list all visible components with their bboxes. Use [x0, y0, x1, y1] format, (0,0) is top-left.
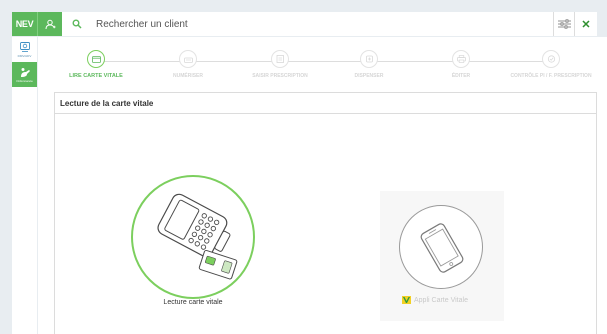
card-reader-option[interactable] [131, 175, 255, 299]
step-numeriser[interactable]: Numériser [138, 50, 238, 80]
scanner-icon [183, 57, 193, 63]
check-icon [547, 55, 555, 63]
step-circle [452, 50, 470, 68]
search-bar [62, 12, 553, 36]
top-bar: NEV ✕ [12, 12, 597, 36]
print-icon [456, 55, 466, 63]
prescription-icon [20, 67, 30, 77]
search-input[interactable] [96, 18, 476, 30]
sliders-icon [557, 19, 571, 29]
app-carte-vitale-option[interactable] [399, 205, 483, 289]
step-label: Contrôle PI / F. prescription [510, 73, 592, 79]
close-button[interactable]: ✕ [575, 12, 597, 36]
sidebar: DMV/ADV Ordonnance [12, 37, 37, 334]
edit-icon [276, 55, 284, 63]
step-label: Lire carte vitale [69, 73, 123, 79]
step-editer[interactable]: Éditer [411, 50, 511, 80]
smartphone-icon [420, 223, 464, 273]
app-logo[interactable]: NEV [12, 12, 37, 36]
sidebar-item-dmv[interactable]: DMV/ADV [12, 37, 37, 62]
app-option-label-text: Appli Carte Vitale [414, 296, 468, 304]
step-label: Saisir prescription [252, 73, 308, 79]
step-controle[interactable]: Contrôle PI / F. prescription [501, 50, 601, 80]
main-panel: Lire carte vitale Numériser Saisir presc… [38, 37, 607, 334]
pill-icon [365, 55, 373, 63]
close-icon: ✕ [581, 18, 591, 31]
step-lire-carte-vitale[interactable]: Lire carte vitale [46, 50, 146, 80]
step-circle [87, 50, 105, 68]
step-label: Dispenser [354, 73, 384, 79]
user-icon [45, 19, 55, 29]
panel-title: Lecture de la carte vitale [55, 93, 596, 114]
step-circle [542, 50, 560, 68]
client-button[interactable] [37, 12, 62, 36]
card-reader-icon [19, 41, 30, 52]
app-option-label: Appli Carte Vitale [402, 296, 492, 304]
step-circle [360, 50, 378, 68]
step-circle [271, 50, 289, 68]
step-saisir-prescription[interactable]: Saisir prescription [230, 50, 330, 80]
card-reader-icon [157, 193, 238, 280]
sidebar-item-label: Ordonnance [16, 78, 33, 83]
sidebar-item-label: DMV/ADV [17, 53, 32, 58]
step-label: Éditer [451, 73, 471, 79]
step-dispenser[interactable]: Dispenser [319, 50, 419, 80]
search-icon [72, 18, 84, 30]
card-icon [91, 55, 101, 63]
step-circle [179, 50, 197, 68]
filter-button[interactable] [553, 12, 575, 36]
vitale-card-panel: Lecture de la carte vitale Lecture carte… [54, 92, 597, 334]
carte-vitale-logo-icon [402, 296, 411, 304]
card-reader-option-label: Lecture carte vitale [163, 299, 223, 306]
sidebar-item-ordonnance[interactable]: Ordonnance [12, 62, 37, 87]
step-label: Numériser [172, 73, 203, 79]
workflow-steps: Lire carte vitale Numériser Saisir presc… [38, 37, 607, 91]
